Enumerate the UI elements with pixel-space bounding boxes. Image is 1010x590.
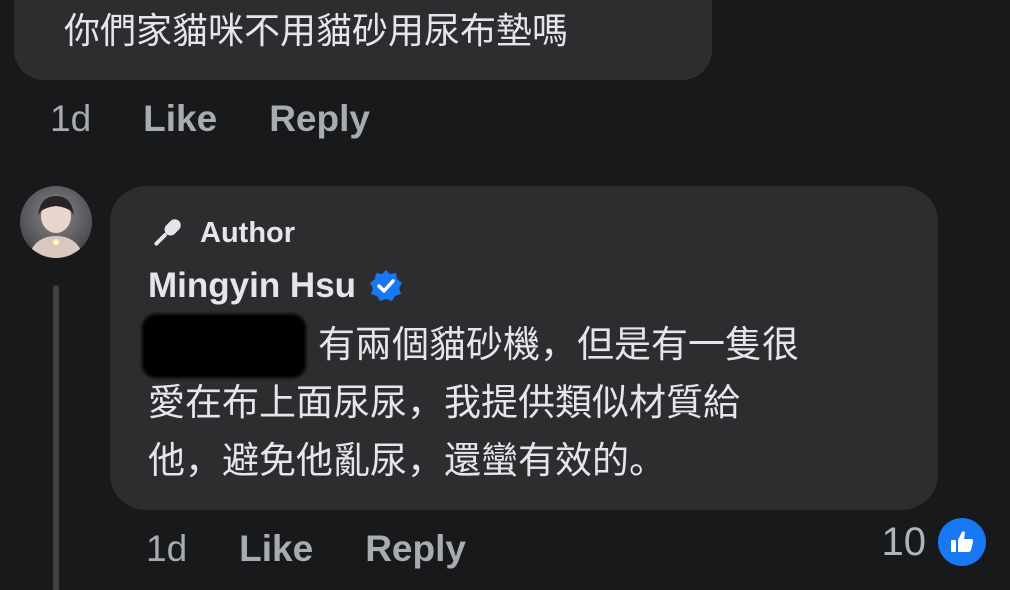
reply-author: Mingyin Hsu (148, 266, 404, 306)
reply-text-line: 有兩個貓砂機，但是有一隻很 (318, 323, 799, 366)
reply-comment-actions: 1d Like Reply (146, 528, 466, 570)
reaction-summary[interactable]: 10 (881, 518, 986, 566)
parent-comment-time[interactable]: 1d (50, 98, 91, 140)
thumbs-up-icon (938, 518, 986, 566)
reply-reply-button[interactable]: Reply (365, 528, 466, 570)
author-badge: Author (148, 214, 295, 252)
reaction-count: 10 (881, 519, 927, 564)
reply-comment-bubble: Author Mingyin Hsu 有兩個貓砂機，但是有一隻很 愛在布上面尿尿… (110, 186, 938, 510)
reply-like-button[interactable]: Like (239, 528, 313, 570)
verified-badge-icon (368, 268, 404, 304)
parent-comment-actions: 1d Like Reply (50, 98, 370, 140)
comment-thread: 你們家貓咪不用貓砂用尿布墊嗎 1d Like Reply Author Ming… (0, 0, 1010, 590)
reply-text-line: 愛在布上面尿尿，我提供類似材質給 (148, 381, 740, 424)
parent-comment-text: 你們家貓咪不用貓砂用尿布墊嗎 (64, 11, 569, 52)
reply-comment-time[interactable]: 1d (146, 528, 187, 570)
author-name[interactable]: Mingyin Hsu (148, 266, 356, 306)
parent-reply-button[interactable]: Reply (269, 98, 370, 140)
parent-like-button[interactable]: Like (143, 98, 217, 140)
author-badge-label: Author (200, 216, 296, 249)
reply-text-line: 他，避免他亂尿，還蠻有效的。 (148, 439, 666, 482)
parent-comment-bubble: 你們家貓咪不用貓砂用尿布墊嗎 (14, 0, 712, 80)
reply-comment-text: 有兩個貓砂機，但是有一隻很 愛在布上面尿尿，我提供類似材質給 他，避免他亂尿，還… (148, 316, 908, 490)
microphone-icon (154, 219, 181, 246)
thread-line (53, 285, 59, 590)
author-avatar[interactable] (20, 186, 92, 258)
